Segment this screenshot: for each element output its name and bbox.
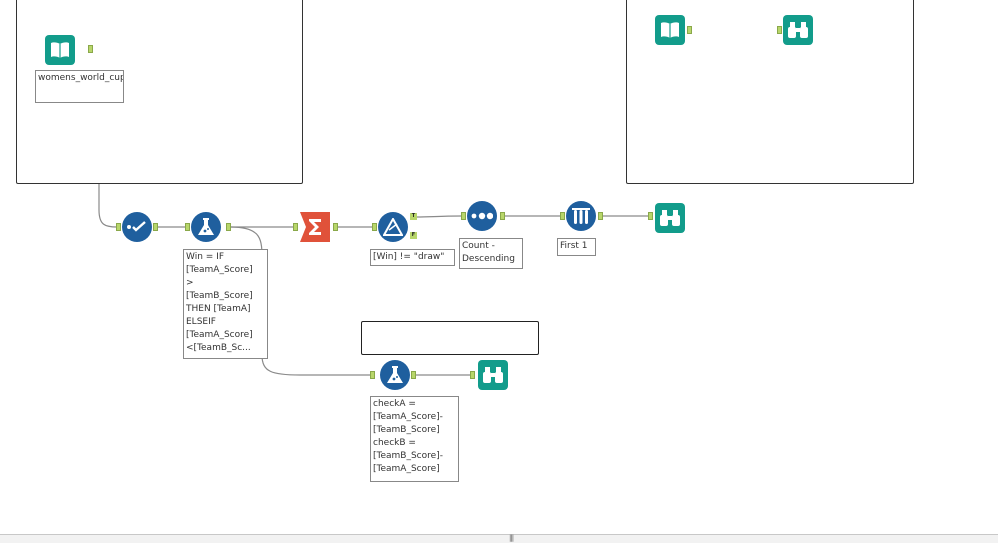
- output-anchor[interactable]: [333, 223, 338, 231]
- sort-label: Count - Descending: [459, 238, 523, 269]
- input-anchor[interactable]: [370, 371, 375, 379]
- filter-tool[interactable]: [378, 212, 408, 242]
- sort-tool[interactable]: [467, 201, 497, 231]
- browse-tool-2[interactable]: [478, 360, 508, 390]
- flask-icon: [387, 366, 403, 383]
- formula-tool[interactable]: [191, 212, 221, 242]
- binoculars-icon: [483, 367, 503, 383]
- formula-expression-label: Win = IF [TeamA_Score] > [TeamB_Score] T…: [183, 249, 268, 359]
- filter-triangle-icon: [383, 218, 403, 236]
- binoculars-icon: [788, 22, 808, 38]
- binoculars-icon: [660, 210, 680, 226]
- summarize-tool[interactable]: [300, 212, 330, 242]
- browse-tool[interactable]: [655, 203, 685, 233]
- input-anchor[interactable]: [648, 212, 653, 220]
- output-anchor[interactable]: [500, 212, 505, 220]
- checkmark-icon: [127, 221, 146, 232]
- input-anchor[interactable]: [777, 26, 782, 34]
- input-file-label: womens_world_cup_data.txt: [35, 70, 124, 103]
- input-anchor[interactable]: [470, 371, 475, 379]
- input-anchor[interactable]: [116, 223, 121, 231]
- input-anchor[interactable]: [560, 212, 565, 220]
- input-anchor[interactable]: [293, 223, 298, 231]
- filter-false-anchor[interactable]: F: [410, 232, 417, 239]
- resize-grip[interactable]: |||: [509, 534, 514, 542]
- output-anchor[interactable]: [153, 223, 158, 231]
- dots-icon: [471, 212, 493, 220]
- output-anchor[interactable]: [687, 26, 692, 34]
- connection-filter-sort: [416, 215, 462, 218]
- filter-true-anchor[interactable]: T: [410, 213, 417, 220]
- output-anchor[interactable]: [88, 45, 93, 53]
- output-anchor[interactable]: [226, 223, 231, 231]
- input-data-tool-2[interactable]: [655, 15, 685, 45]
- filter-expression-label: [Win] != "draw": [370, 249, 455, 266]
- status-bar: |||: [0, 534, 998, 543]
- sigma-icon: [300, 212, 330, 242]
- comment-box[interactable]: [361, 321, 539, 355]
- book-icon: [661, 22, 679, 38]
- select-tool[interactable]: [122, 212, 152, 242]
- flask-icon: [198, 218, 214, 235]
- test-tubes-icon: [572, 208, 590, 224]
- formula-tool-2[interactable]: [380, 360, 410, 390]
- input-data-tool[interactable]: [45, 35, 75, 65]
- input-anchor[interactable]: [461, 212, 466, 220]
- sample-label: First 1: [557, 238, 596, 256]
- output-anchor[interactable]: [598, 212, 603, 220]
- sample-tool[interactable]: [566, 201, 596, 231]
- workflow-canvas[interactable]: womens_world_cup_data.txt Win = IF [Team…: [0, 0, 998, 543]
- formula-check-label: checkA = [TeamA_Score]- [TeamB_Score] ch…: [370, 396, 459, 482]
- browse-tool-3[interactable]: [783, 15, 813, 45]
- book-icon: [51, 42, 69, 58]
- output-anchor[interactable]: [411, 371, 416, 379]
- input-anchor[interactable]: [185, 223, 190, 231]
- input-anchor[interactable]: [372, 223, 377, 231]
